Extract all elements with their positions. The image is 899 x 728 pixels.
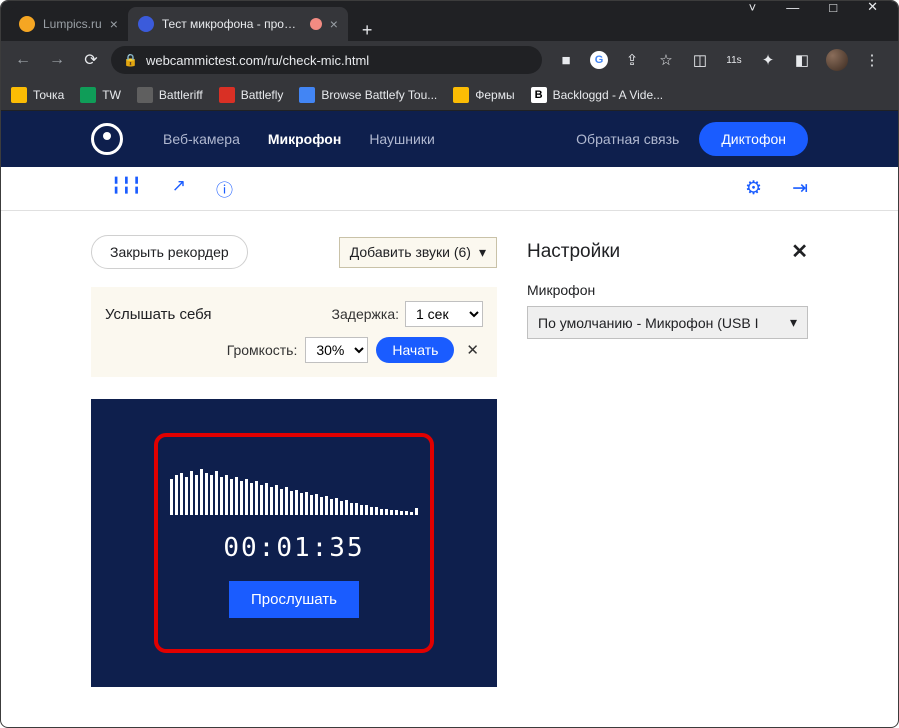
graph-icon[interactable]: ↗ xyxy=(172,176,186,201)
chevron-down-icon: ▾ xyxy=(479,244,486,261)
chevron-down-icon[interactable]: ˅ xyxy=(749,0,757,15)
exit-icon[interactable]: ⇥ xyxy=(792,177,808,200)
volume-label: Громкость: xyxy=(227,342,298,358)
recorder-panel: 00:01:35 Прослушать xyxy=(91,399,497,687)
minimize-button[interactable]: ― xyxy=(786,0,799,15)
waveform-icon[interactable]: ╏╏╏ xyxy=(111,176,142,201)
close-button[interactable]: ✕ xyxy=(867,0,878,15)
mic-select[interactable]: По умолчанию - Микрофон (USB I ▾ xyxy=(527,306,808,339)
back-button[interactable]: ← xyxy=(9,51,37,69)
close-icon[interactable]: ✕ xyxy=(462,341,483,359)
camera-icon[interactable]: ■ xyxy=(556,52,576,69)
favicon-icon xyxy=(19,16,35,32)
bookmark-backloggd[interactable]: BBackloggd - A Vide... xyxy=(531,87,664,103)
bookmark-tw[interactable]: TW xyxy=(80,87,121,103)
url-text: webcammictest.com/ru/check-mic.html xyxy=(146,53,369,68)
add-sounds-label: Добавить звуки (6) xyxy=(350,244,471,260)
timer-display: 00:01:35 xyxy=(223,533,364,563)
recording-icon xyxy=(310,18,322,30)
bookmark-battlefy[interactable]: Browse Battlefy Tou... xyxy=(299,87,437,103)
nav-webcam[interactable]: Веб-камера xyxy=(163,131,240,147)
site-header: Веб-камера Микрофон Наушники Обратная св… xyxy=(1,111,898,167)
listen-button[interactable]: Прослушать xyxy=(229,581,359,618)
logo-icon[interactable] xyxy=(91,123,123,155)
new-tab-button[interactable]: + xyxy=(348,20,387,41)
bookmark-tochka[interactable]: Точка xyxy=(11,87,64,103)
nav-feedback[interactable]: Обратная связь xyxy=(576,131,679,147)
ext2-icon[interactable]: 11s xyxy=(724,55,744,66)
bookmark-battlefly[interactable]: Battlefly xyxy=(219,87,284,103)
sidepanel-icon[interactable]: ◧ xyxy=(792,51,812,69)
close-icon[interactable]: ✕ xyxy=(791,239,808,264)
bookmark-fermy[interactable]: Фермы xyxy=(453,87,514,103)
ext1-icon[interactable]: ◫ xyxy=(690,51,710,69)
nav-microphone[interactable]: Микрофон xyxy=(268,131,341,147)
tab-strip: Lumpics.ru × Тест микрофона - проверка ×… xyxy=(1,1,898,41)
gear-icon[interactable]: ⚙ xyxy=(745,177,762,200)
share-icon[interactable]: ⇪ xyxy=(622,51,642,69)
maximize-button[interactable]: □ xyxy=(829,0,837,15)
hear-yourself-box: Услышать себя Задержка: 1 сек Громкость:… xyxy=(91,287,497,377)
recorder-highlight: 00:01:35 Прослушать xyxy=(154,433,434,653)
tab-lumpics[interactable]: Lumpics.ru × xyxy=(9,7,128,41)
delay-label: Задержка: xyxy=(332,306,399,322)
mic-label: Микрофон xyxy=(527,282,808,298)
lock-icon: 🔒 xyxy=(123,53,138,67)
star-icon[interactable]: ☆ xyxy=(656,51,676,69)
waveform-display xyxy=(170,469,418,515)
menu-icon[interactable]: ⋮ xyxy=(862,51,882,69)
dictaphone-button[interactable]: Диктофон xyxy=(699,122,808,156)
delay-select[interactable]: 1 сек xyxy=(405,301,483,327)
address-bar[interactable]: 🔒 webcammictest.com/ru/check-mic.html xyxy=(111,46,542,74)
volume-select[interactable]: 30% xyxy=(305,337,368,363)
hear-title: Услышать себя xyxy=(105,306,212,323)
forward-button[interactable]: → xyxy=(43,51,71,69)
favicon-icon xyxy=(138,16,154,32)
reload-button[interactable]: ⟳ xyxy=(77,50,105,70)
sub-toolbar: ╏╏╏ ↗ ⓘ ⚙ ⇥ xyxy=(1,167,898,211)
add-sounds-select[interactable]: Добавить звуки (6) ▾ xyxy=(339,237,497,268)
bookmark-battleriff[interactable]: Battleriff xyxy=(137,87,203,103)
close-icon[interactable]: × xyxy=(110,16,118,32)
chevron-down-icon: ▾ xyxy=(790,314,797,331)
avatar[interactable] xyxy=(826,49,848,71)
tab-title: Lumpics.ru xyxy=(43,17,102,31)
tab-mictest[interactable]: Тест микрофона - проверка × xyxy=(128,7,348,41)
close-icon[interactable]: × xyxy=(330,16,338,32)
mic-select-value: По умолчанию - Микрофон (USB I xyxy=(538,315,758,331)
close-recorder-button[interactable]: Закрыть рекордер xyxy=(91,235,248,269)
bookmarks-bar: Точка TW Battleriff Battlefly Browse Bat… xyxy=(1,79,898,111)
nav-headphones[interactable]: Наушники xyxy=(369,131,434,147)
google-icon[interactable]: G xyxy=(590,51,608,69)
settings-title: Настройки xyxy=(527,241,620,263)
browser-toolbar: ← → ⟳ 🔒 webcammictest.com/ru/check-mic.h… xyxy=(1,41,898,79)
tab-title: Тест микрофона - проверка xyxy=(162,17,302,31)
start-button[interactable]: Начать xyxy=(376,337,454,363)
info-icon[interactable]: ⓘ xyxy=(216,176,233,201)
extensions-icon[interactable]: ✦ xyxy=(758,51,778,69)
